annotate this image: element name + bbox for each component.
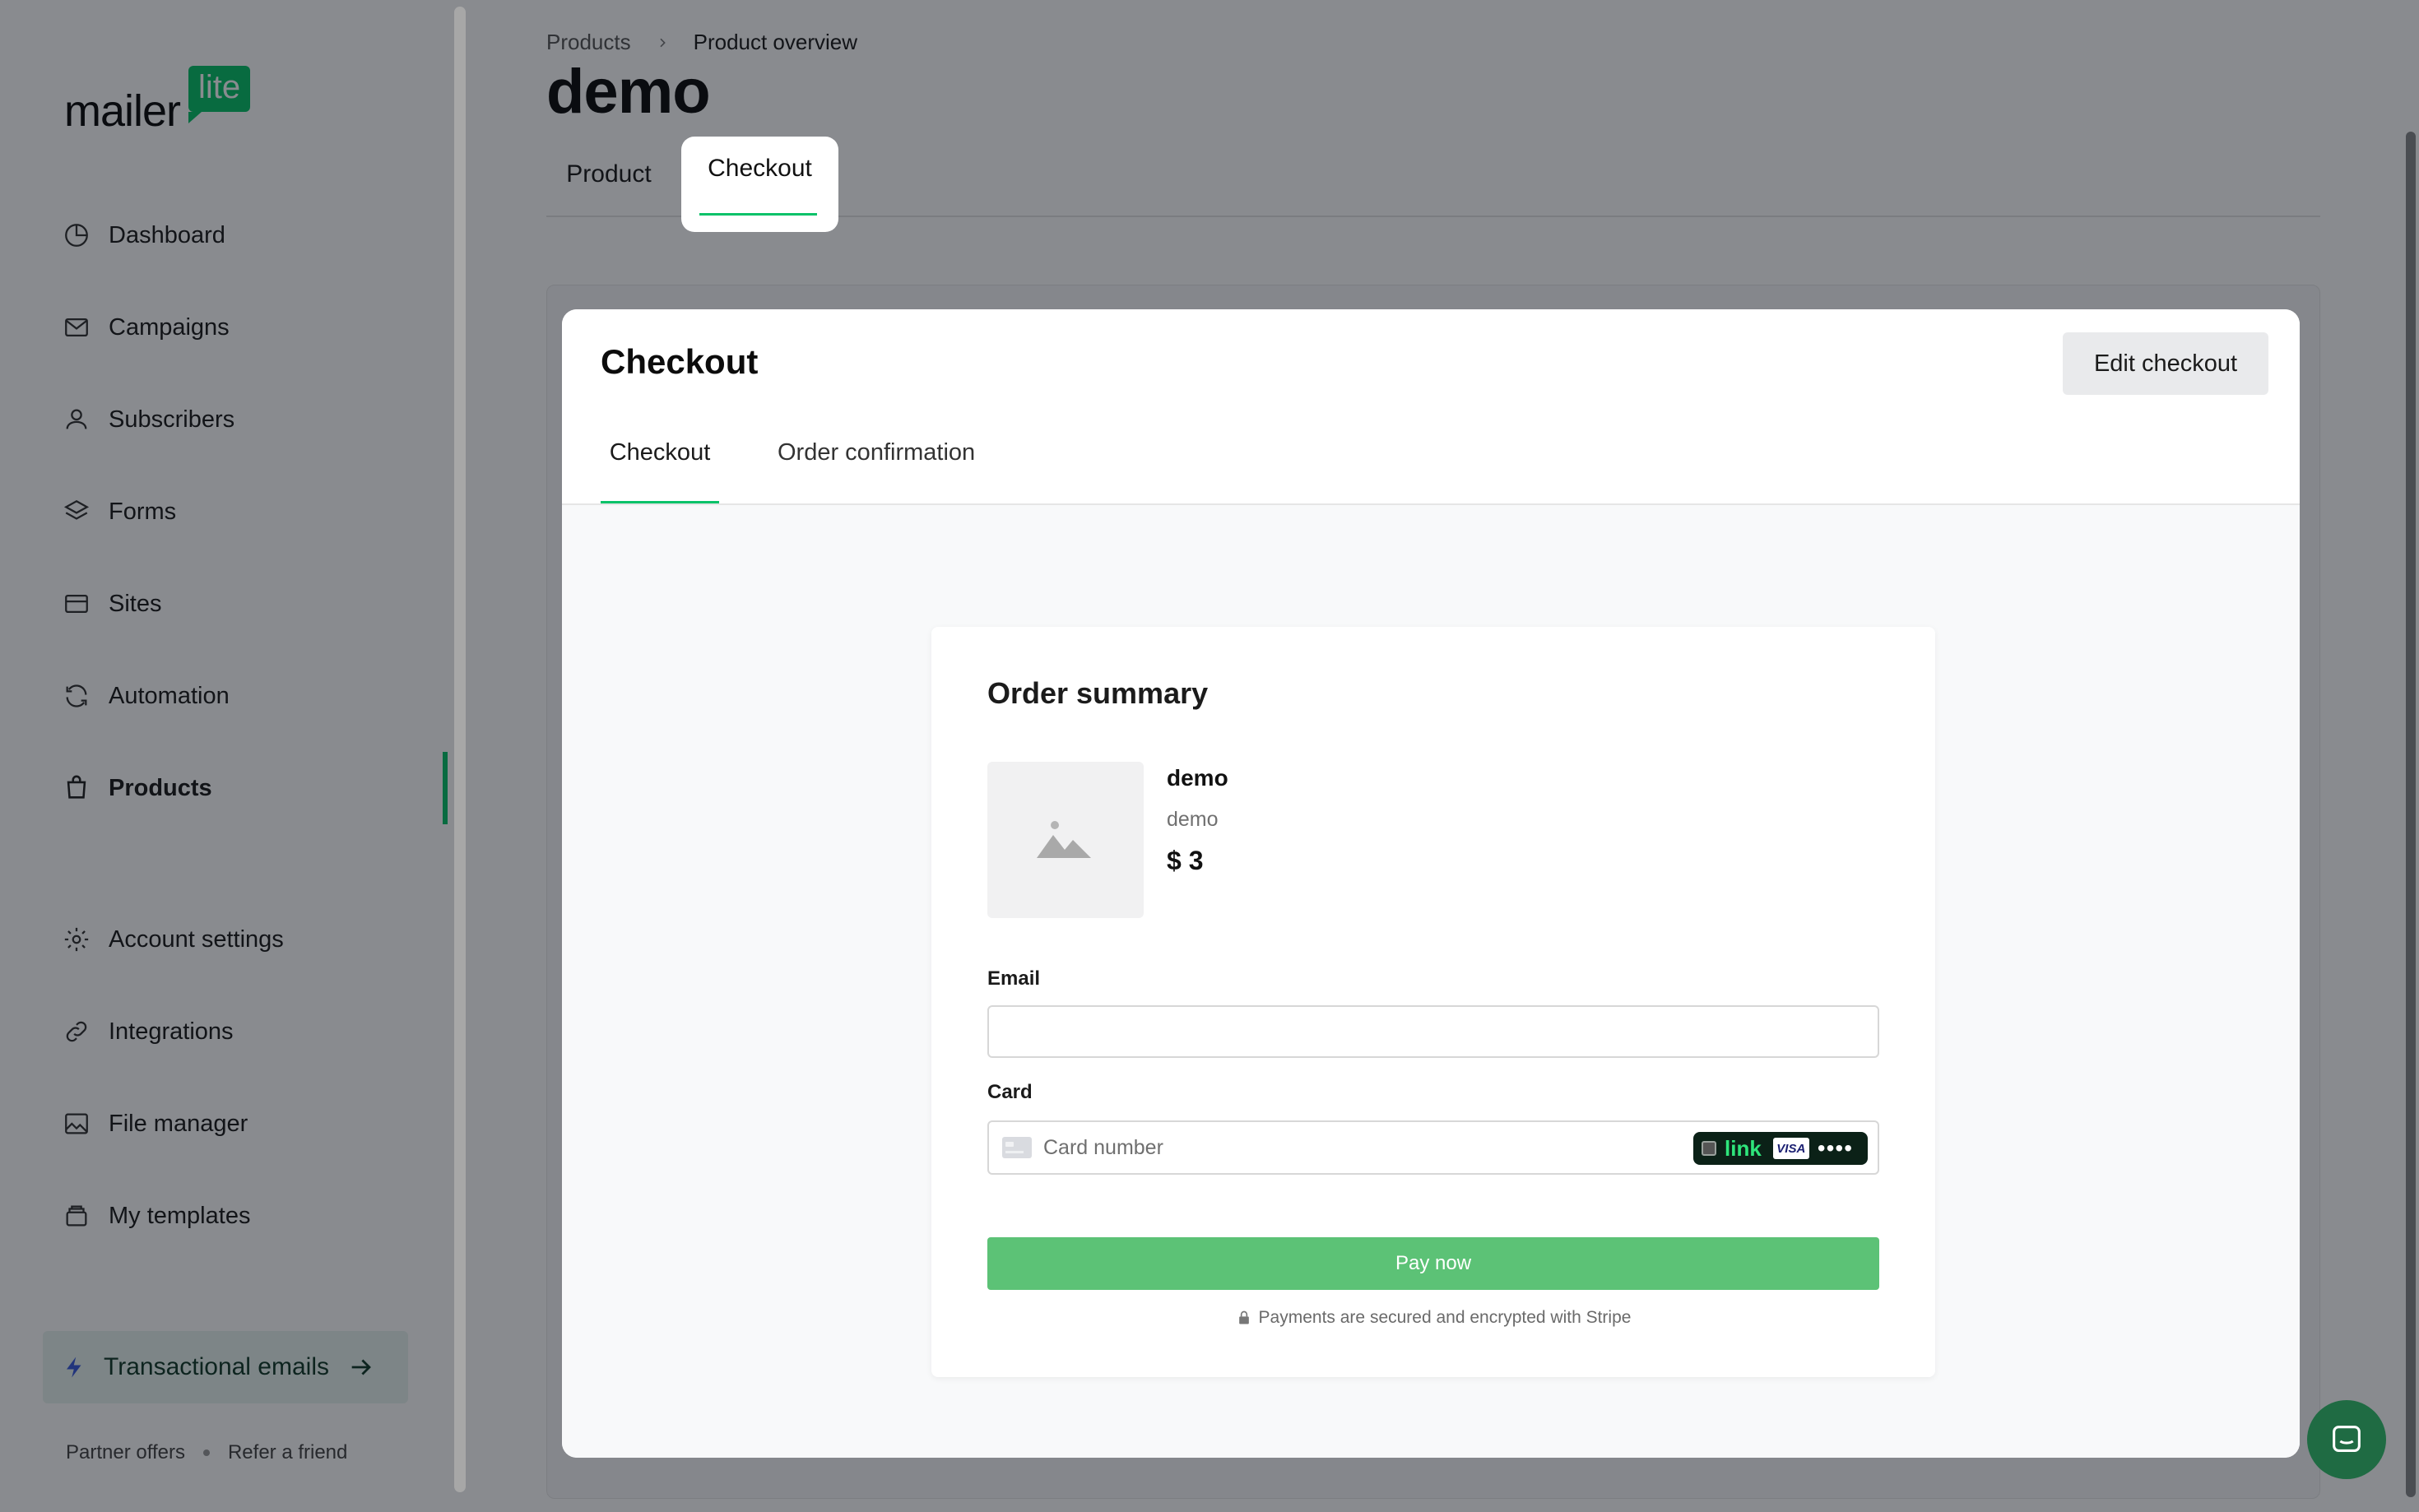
- sidebar-item-label: Campaigns: [109, 313, 230, 341]
- mailerlite-logo[interactable]: mailer lite: [64, 66, 251, 136]
- gear-icon: [64, 927, 89, 952]
- product-thumbnail: [987, 762, 1144, 918]
- logo-word: mailer: [64, 86, 181, 136]
- pay-now-button[interactable]: Pay now: [987, 1237, 1879, 1290]
- sidebar-item-automation[interactable]: Automation: [63, 671, 441, 721]
- edit-checkout-button[interactable]: Edit checkout: [2063, 332, 2268, 395]
- masked-card-dots: ••••: [1817, 1135, 1854, 1161]
- card-number-placeholder: Card number: [1043, 1135, 1163, 1159]
- bolt-icon: [67, 1357, 81, 1378]
- sidebar-item-label: Products: [109, 774, 212, 801]
- sidebar-item-products[interactable]: Products: [63, 763, 441, 813]
- refresh-icon: [66, 684, 87, 707]
- sidebar-item-file-manager[interactable]: File manager: [63, 1099, 441, 1148]
- order-summary-title: Order summary: [987, 676, 1209, 710]
- pie-chart-icon: [65, 224, 88, 247]
- subtab-checkout[interactable]: Checkout: [601, 431, 719, 503]
- chat-icon: [2333, 1426, 2361, 1452]
- subtab-underline: [601, 501, 719, 503]
- page-title: demo: [546, 57, 711, 127]
- image-icon: [65, 1113, 88, 1134]
- sidebar-item-subscribers[interactable]: Subscribers: [63, 395, 441, 444]
- shopping-bag-icon: [67, 775, 86, 799]
- sidebar-item-dashboard[interactable]: Dashboard: [63, 211, 441, 260]
- checkout-panel-header: Checkout Edit checkout Checkout Order co…: [562, 309, 2300, 505]
- mail-icon: [65, 318, 88, 337]
- email-field[interactable]: [987, 1005, 1879, 1058]
- browser-icon: [65, 594, 88, 614]
- breadcrumb-products[interactable]: Products: [546, 30, 631, 55]
- sidebar-footer: Partner offers Refer a friend: [66, 1441, 347, 1464]
- promo-label: Transactional emails: [104, 1353, 329, 1380]
- subtab-order-confirmation[interactable]: Order confirmation: [778, 431, 1008, 503]
- separator-dot: [202, 1449, 210, 1456]
- arrow-right-icon: [351, 1359, 371, 1375]
- secure-note-text: Payments are secured and encrypted with …: [1258, 1308, 1632, 1327]
- chat-launcher-button[interactable]: [2307, 1400, 2386, 1479]
- sidebar: mailer lite Dashboard Campaigns Subscrib…: [0, 0, 469, 1512]
- link-label: link: [1725, 1135, 1762, 1161]
- breadcrumb: Products Product overview: [546, 30, 857, 55]
- tab-underline: [699, 213, 817, 216]
- tab-checkout-label: Checkout: [708, 155, 812, 182]
- sidebar-item-label: Dashboard: [109, 221, 225, 248]
- sidebar-item-label: Account settings: [109, 925, 284, 953]
- logo-badge: lite: [188, 66, 251, 123]
- partner-offers-link[interactable]: Partner offers: [66, 1441, 185, 1464]
- template-icon: [66, 1205, 87, 1227]
- stripe-link-button[interactable]: link VISA ••••: [1693, 1132, 1868, 1165]
- main-scrollbar[interactable]: [2406, 132, 2416, 1497]
- sidebar-item-label: Subscribers: [109, 406, 235, 433]
- sidebar-item-forms[interactable]: Forms: [63, 487, 441, 536]
- chevron-right-icon: [660, 38, 666, 47]
- card-label: Card: [987, 1081, 1033, 1103]
- product-price: $ 3: [1167, 846, 1204, 875]
- lock-icon: [1238, 1310, 1249, 1324]
- user-icon: [66, 409, 87, 429]
- sidebar-scrollbar[interactable]: [454, 7, 466, 1492]
- subtab-checkout-label: Checkout: [609, 439, 711, 466]
- sidebar-item-label: Integrations: [109, 1018, 234, 1045]
- product-description: demo: [1167, 808, 1219, 831]
- tab-product[interactable]: Product: [546, 133, 671, 216]
- sidebar-item-sites[interactable]: Sites: [63, 579, 441, 628]
- email-label: Email: [987, 967, 1041, 990]
- breadcrumb-current: Product overview: [693, 30, 858, 54]
- sidebar-item-my-templates[interactable]: My templates: [63, 1191, 441, 1241]
- link-checkbox: [1702, 1141, 1716, 1156]
- visa-icon: VISA: [1772, 1138, 1809, 1159]
- tab-checkout[interactable]: Checkout: [681, 137, 838, 232]
- checkout-panel-title: Checkout: [601, 342, 759, 381]
- link-icon: [66, 1021, 87, 1042]
- sidebar-item-label: Sites: [109, 590, 162, 617]
- credit-card-icon: [1002, 1137, 1032, 1158]
- sidebar-item-account-settings[interactable]: Account settings: [63, 915, 441, 964]
- sidebar-item-campaigns[interactable]: Campaigns: [63, 303, 441, 352]
- layers-icon: [63, 499, 90, 520]
- sidebar-item-integrations[interactable]: Integrations: [63, 1007, 441, 1056]
- active-indicator: [443, 752, 448, 824]
- sidebar-item-label: Automation: [109, 682, 230, 709]
- card-number-field[interactable]: Card number link VISA ••••: [987, 1120, 1879, 1175]
- transactional-emails-promo[interactable]: Transactional emails: [43, 1331, 408, 1403]
- sidebar-item-label: My templates: [109, 1202, 251, 1229]
- refer-a-friend-link[interactable]: Refer a friend: [228, 1441, 347, 1464]
- secure-payment-note: Payments are secured and encrypted with …: [987, 1308, 1879, 1328]
- product-name: demo: [1167, 765, 1228, 791]
- order-summary-card: Order summary demo demo $ 3 Email Card C…: [931, 627, 1935, 1377]
- sidebar-item-label: Forms: [109, 498, 177, 525]
- sidebar-item-label: File manager: [109, 1110, 248, 1137]
- image-placeholder-icon: [1037, 821, 1091, 858]
